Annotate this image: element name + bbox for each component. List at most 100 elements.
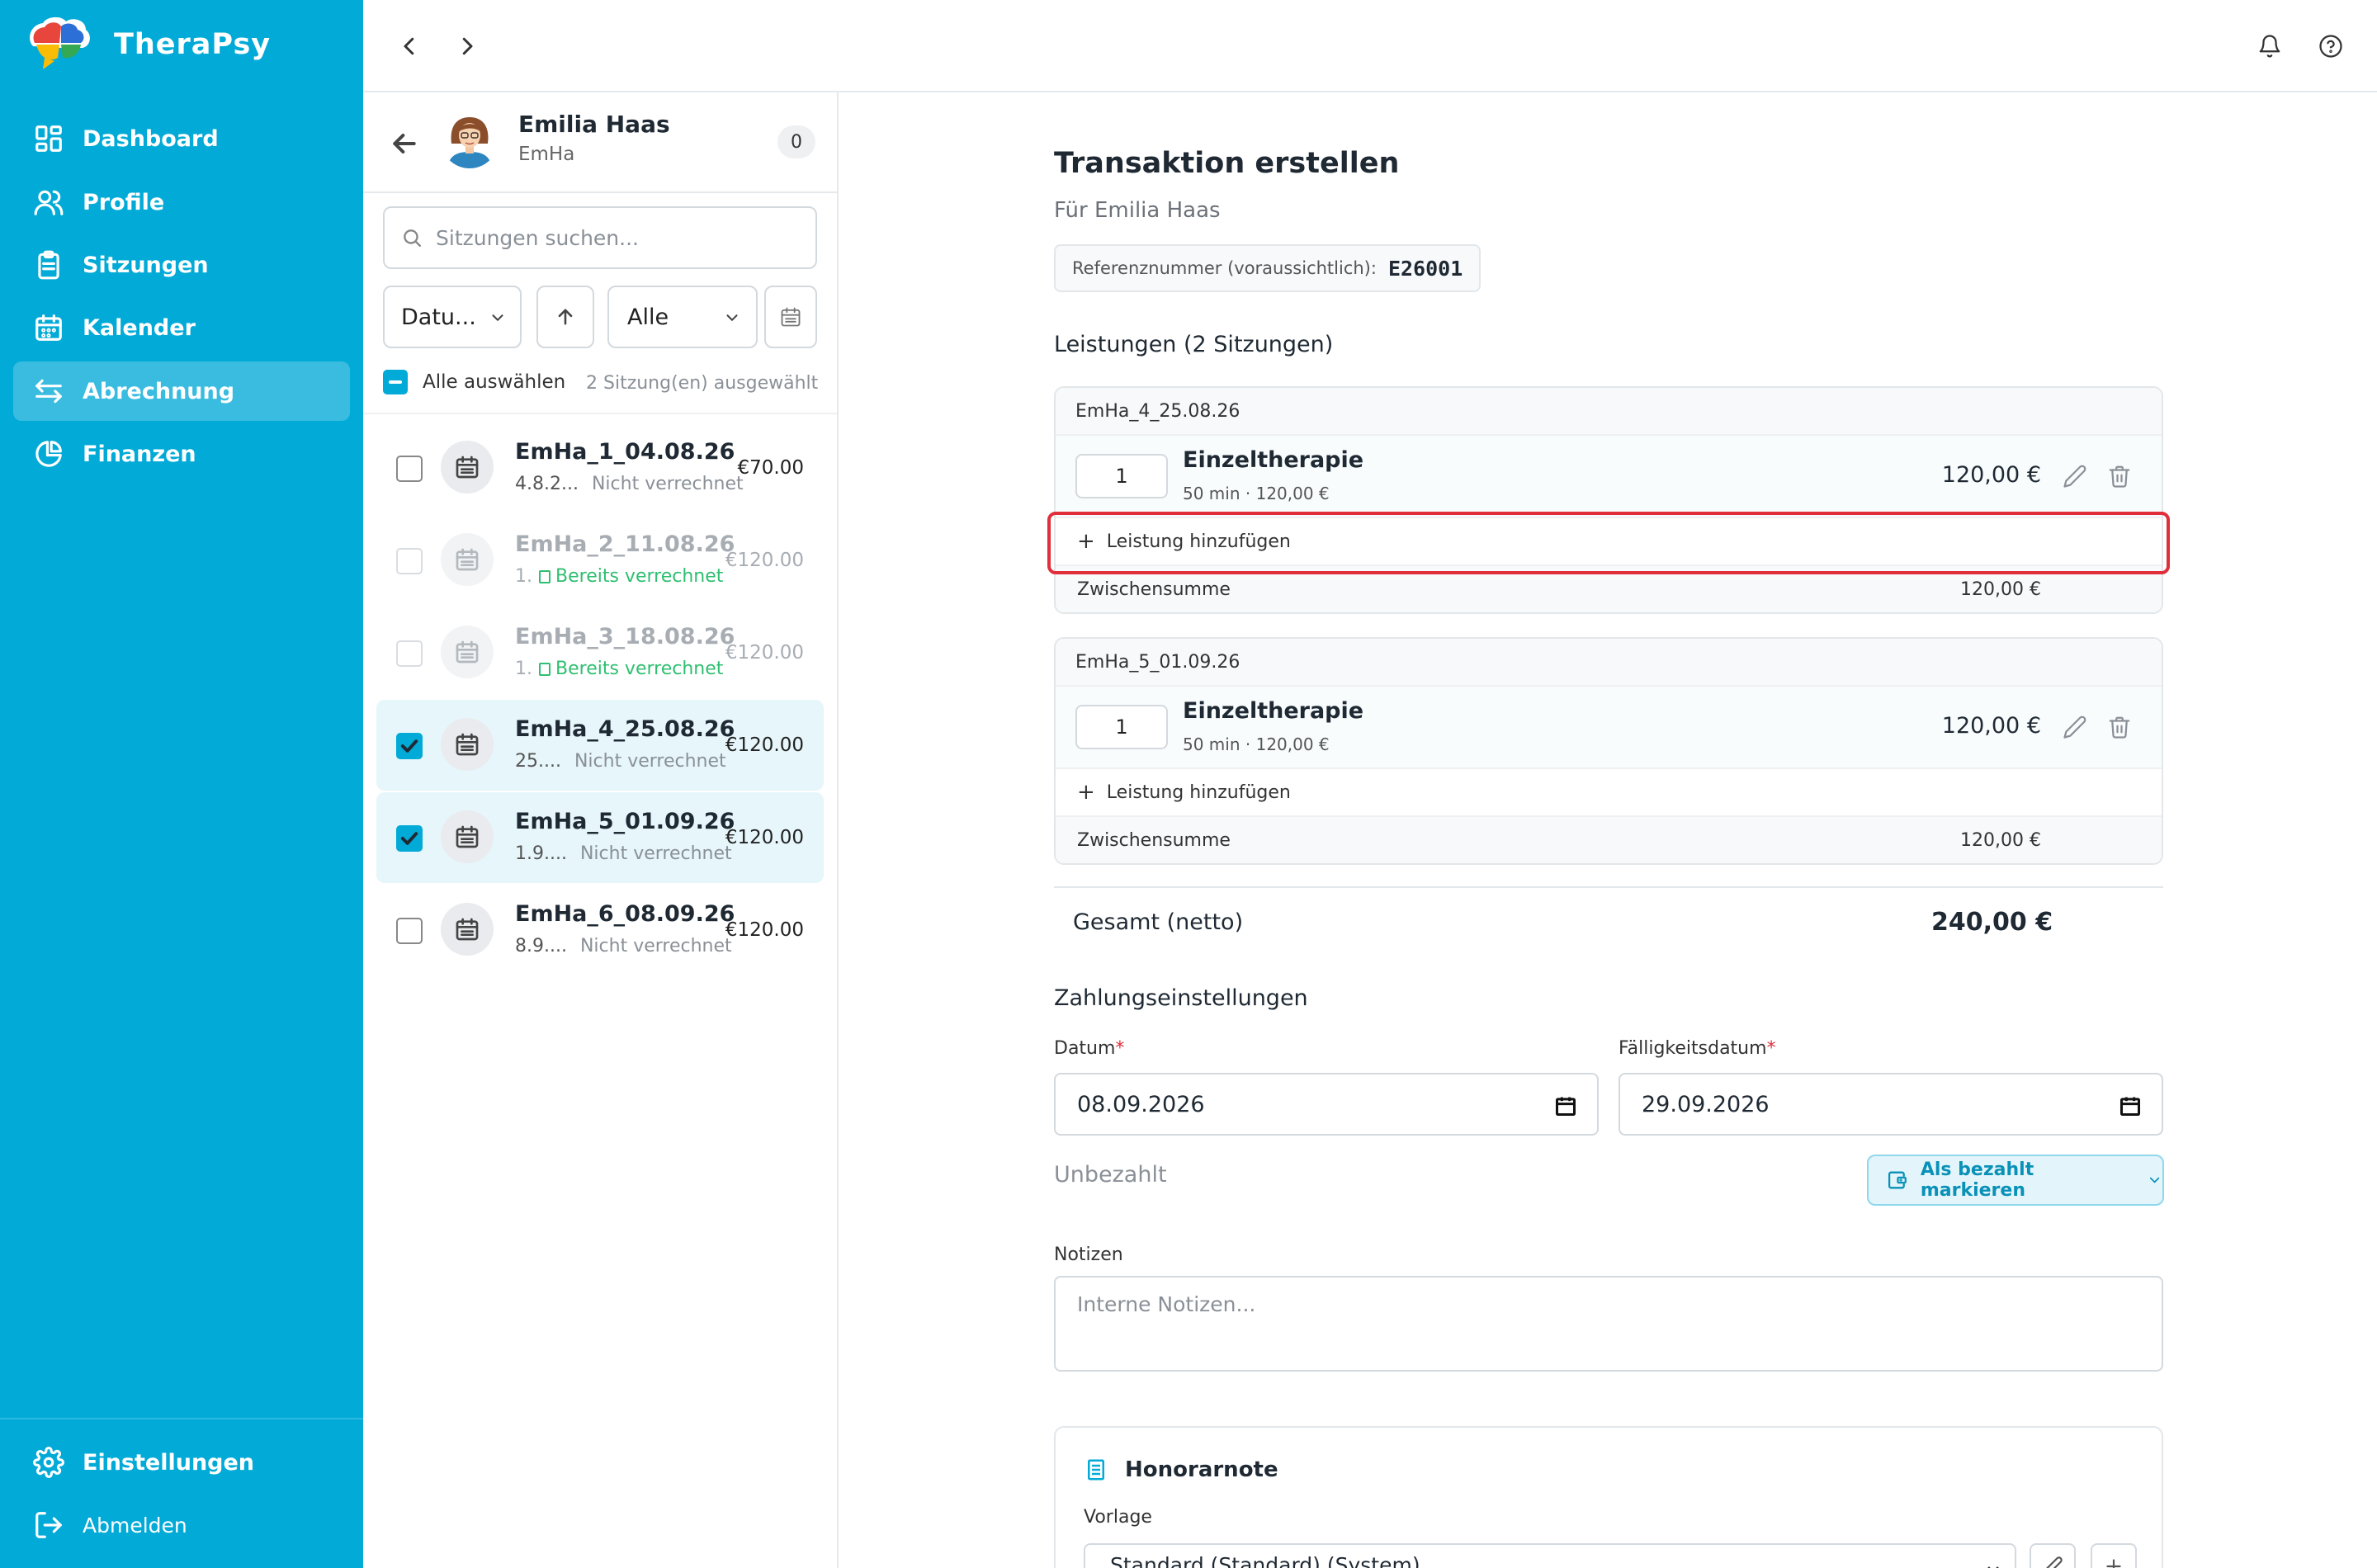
billed-icon: [539, 663, 551, 676]
session-subtitle: 1. Bereits verrechnet: [515, 659, 723, 679]
checkmark-icon: [400, 832, 418, 845]
plus-icon: [2106, 1559, 2121, 1568]
payment-heading: Zahlungseinstellungen: [1054, 985, 1308, 1011]
session-checkbox: [396, 548, 423, 574]
edit-service-button[interactable]: [2063, 715, 2089, 741]
session-search-input[interactable]: [436, 225, 799, 250]
nav-kalender[interactable]: Kalender: [13, 298, 350, 357]
nav-dashboard[interactable]: Dashboard: [13, 109, 350, 168]
clipboard-icon: [33, 249, 64, 281]
calendar-icon: [33, 312, 64, 343]
session-price: €120.00: [725, 550, 804, 571]
template-value: Standard (Standard) (System): [1110, 1553, 1420, 1568]
template-label: Vorlage: [1084, 1507, 1152, 1528]
notes-textarea[interactable]: [1054, 1276, 2163, 1372]
subtotal-value: 120,00 €: [1960, 829, 2041, 851]
patient-back-button[interactable]: [388, 127, 421, 160]
service-meta: 50 min · 120,00 €: [1183, 484, 1330, 503]
help-button[interactable]: [2314, 30, 2347, 63]
session-date: 1.: [515, 659, 532, 679]
nav-finanzen[interactable]: Finanzen: [13, 424, 350, 484]
group-session-title: EmHa_4_25.08.26: [1056, 388, 2162, 436]
nav-abmelden[interactable]: Abmelden: [13, 1495, 350, 1555]
quantity-field[interactable]: 1: [1075, 705, 1168, 749]
calendar-icon[interactable]: [2119, 1094, 2142, 1117]
add-service-button[interactable]: + Leistung hinzufügen: [1056, 769, 2162, 817]
nav-abrechnung[interactable]: Abrechnung: [13, 361, 350, 421]
session-search[interactable]: [383, 206, 817, 269]
subtotal-value: 120,00 €: [1960, 579, 2041, 600]
mark-paid-button[interactable]: Als bezahlt markieren: [1867, 1155, 2164, 1206]
session-row[interactable]: EmHa_6_08.09.26 8.9.... Nicht verrechnet €1…: [376, 885, 824, 975]
edit-service-button[interactable]: [2063, 464, 2089, 490]
status-filter-value: Alle: [627, 304, 669, 330]
session-checkbox[interactable]: [396, 825, 423, 852]
chevron-down-icon: [726, 314, 738, 321]
edit-template-button[interactable]: [2030, 1543, 2076, 1568]
session-date: 8.9....: [515, 936, 567, 956]
date-input[interactable]: 08.09.2026: [1054, 1073, 1599, 1136]
sort-direction-button[interactable]: [536, 286, 594, 348]
due-date-input[interactable]: 29.09.2026: [1619, 1073, 2163, 1136]
users-icon: [33, 187, 64, 218]
forward-button[interactable]: [451, 30, 484, 63]
logout-icon: [33, 1509, 64, 1541]
session-icon: [441, 810, 494, 863]
page-title: Transaktion erstellen: [1054, 147, 1400, 180]
total-divider: [1054, 886, 2163, 888]
session-checkbox[interactable]: [396, 918, 423, 944]
calendar-icon: [456, 456, 479, 479]
app-logo[interactable]: TheraPsy: [25, 15, 271, 74]
select-all[interactable]: Alle auswählen: [383, 370, 565, 394]
group-session-title: EmHa_5_01.09.26: [1056, 639, 2162, 687]
add-template-button[interactable]: [2091, 1543, 2137, 1568]
template-select[interactable]: Standard (Standard) (System): [1084, 1543, 2016, 1568]
nav-label: Sitzungen: [83, 252, 209, 278]
transaction-for: Für Emilia Haas: [1054, 198, 1221, 223]
reference-number: E26001: [1387, 256, 1463, 281]
sort-field-select[interactable]: Datu...: [383, 286, 522, 348]
calendar-icon: [456, 733, 479, 756]
count-badge: 0: [777, 125, 815, 158]
session-checkbox[interactable]: [396, 733, 423, 759]
session-date: 1.: [515, 566, 532, 587]
chevron-down-icon: [492, 314, 503, 321]
service-item: 1 Einzeltherapie 50 min · 120,00 € 120,0…: [1056, 436, 2162, 518]
document-icon: [1088, 1459, 1104, 1481]
session-row[interactable]: EmHa_4_25.08.26 25.... Nicht verrechnet €12…: [376, 700, 824, 791]
subtotal-row: Zwischensumme 120,00 €: [1056, 817, 2162, 863]
session-checkbox[interactable]: [396, 456, 423, 482]
calendar-icon[interactable]: [1554, 1094, 1577, 1117]
gear-icon: [33, 1447, 64, 1478]
session-row[interactable]: EmHa_5_01.09.26 1.9.... Nicht verrechnet €1…: [376, 792, 824, 883]
back-button[interactable]: [393, 30, 426, 63]
delete-service-button[interactable]: [2107, 715, 2134, 741]
nav-label: Abrechnung: [83, 378, 235, 404]
select-all-checkbox[interactable]: [383, 370, 408, 394]
service-price: 120,00 €: [1941, 462, 2041, 488]
status-filter-select[interactable]: Alle: [607, 286, 758, 348]
required-marker: *: [1115, 1038, 1125, 1059]
total-value: 240,00 €: [1931, 908, 2053, 937]
due-date-label-text: Fälligkeitsdatum: [1619, 1038, 1767, 1059]
session-row[interactable]: EmHa_1_04.08.26 4.8.2... Nicht verrechnet €…: [376, 423, 824, 513]
delete-service-button[interactable]: [2107, 464, 2134, 490]
session-subtitle: 1.9.... Nicht verrechnet: [515, 843, 732, 864]
arrow-left-icon: [393, 134, 416, 153]
session-date: 25....: [515, 751, 561, 772]
checkmark-icon: [400, 739, 418, 753]
calendar-icon: [781, 307, 801, 327]
search-icon: [404, 229, 421, 247]
nav-einstellungen[interactable]: Einstellungen: [13, 1433, 350, 1492]
session-service-group: EmHa_4_25.08.26 1 Einzeltherapie 50 min …: [1054, 386, 2163, 614]
nav-sitzungen[interactable]: Sitzungen: [13, 235, 350, 295]
service-meta: 50 min · 120,00 €: [1183, 734, 1330, 754]
sidebar: TheraPsy Dashboard Profile Sitzungen Kal…: [0, 0, 363, 1568]
notifications-button[interactable]: [2253, 30, 2286, 63]
nav-profile[interactable]: Profile: [13, 172, 350, 232]
trash-icon: [2109, 465, 2130, 488]
service-item: 1 Einzeltherapie 50 min · 120,00 € 120,0…: [1056, 687, 2162, 769]
billed-icon: [539, 570, 551, 583]
date-filter-button[interactable]: [764, 286, 817, 348]
quantity-field[interactable]: 1: [1075, 454, 1168, 498]
